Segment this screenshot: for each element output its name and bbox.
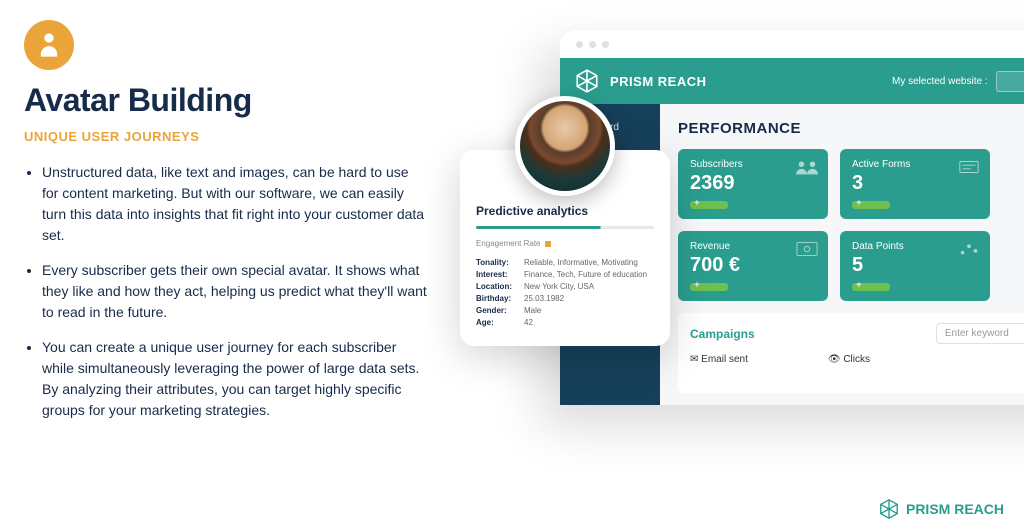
stat-bar xyxy=(852,283,890,291)
attr-key: Interest: xyxy=(476,270,524,279)
stat-value: 3 xyxy=(852,172,978,195)
stat-card-forms[interactable]: Active Forms 3 xyxy=(840,149,990,219)
attr-value: Finance, Tech, Future of education xyxy=(524,270,647,279)
brand-logo-icon xyxy=(574,68,600,94)
performance-heading: PERFORMANCE xyxy=(678,120,1024,137)
attr-value: 25.03.1982 xyxy=(524,294,564,303)
attr-key: Age: xyxy=(476,318,524,327)
website-selector[interactable]: ⌄ xyxy=(996,71,1024,92)
stat-bar xyxy=(852,201,890,209)
list-item: Every subscriber gets their own special … xyxy=(42,260,428,323)
stat-card-subscribers[interactable]: Subscribers 2369 xyxy=(678,149,828,219)
campaigns-search-input[interactable]: Enter keyword xyxy=(936,323,1024,344)
data-icon xyxy=(958,241,980,257)
list-item: You can create a unique user journey for… xyxy=(42,337,428,421)
progress-line xyxy=(476,226,654,229)
attr-key: Tonality: xyxy=(476,258,524,267)
attr-value: 42 xyxy=(524,318,533,327)
brand-name: PRISM REACH xyxy=(610,74,707,89)
stat-value: 2369 xyxy=(690,172,816,195)
feature-list: Unstructured data, like text and images,… xyxy=(24,162,428,421)
attr-key: Location: xyxy=(476,282,524,291)
form-icon xyxy=(958,159,980,175)
page-title: Avatar Building xyxy=(24,82,428,119)
stat-card-datapoints[interactable]: Data Points 5 xyxy=(840,231,990,301)
attr-key: Birthday: xyxy=(476,294,524,303)
app-header: PRISM REACH My selected website : ⌄ xyxy=(560,58,1024,104)
stat-bar xyxy=(690,201,728,209)
attr-value: New York City, USA xyxy=(524,282,594,291)
stat-card-revenue[interactable]: Revenue 700 € xyxy=(678,231,828,301)
attr-value: Male xyxy=(524,306,541,315)
users-icon xyxy=(796,159,818,175)
avatar-image xyxy=(515,96,615,196)
engagement-rate-label: Engagement Rate xyxy=(476,239,654,248)
attr-key: Gender: xyxy=(476,306,524,315)
page-subtitle: UNIQUE USER JOURNEYS xyxy=(24,129,428,144)
predictive-analytics-card: Predictive analytics Engagement Rate Ton… xyxy=(460,150,670,346)
footer-brand: PRISM REACH xyxy=(878,498,1004,520)
stat-value: 5 xyxy=(852,254,978,277)
avatar-badge-icon xyxy=(24,20,74,70)
attr-value: Reliable, Informative, Motivating xyxy=(524,258,638,267)
window-chrome xyxy=(560,30,1024,58)
stat-bar xyxy=(690,283,728,291)
campaigns-footer: Last 30 days xyxy=(690,373,1024,383)
analytics-title: Predictive analytics xyxy=(476,204,654,218)
money-icon xyxy=(796,241,818,257)
website-selector-label: My selected website : xyxy=(892,76,988,87)
list-item: Unstructured data, like text and images,… xyxy=(42,162,428,246)
campaigns-col-email: ✉ Email sent xyxy=(690,354,748,365)
stat-value: 700 € xyxy=(690,254,816,277)
campaigns-panel: Campaigns Enter keyword 6 recent ✉ Email… xyxy=(678,313,1024,393)
campaigns-title: Campaigns xyxy=(690,327,924,341)
campaigns-col-clicks: 👁 Clicks xyxy=(828,354,870,365)
